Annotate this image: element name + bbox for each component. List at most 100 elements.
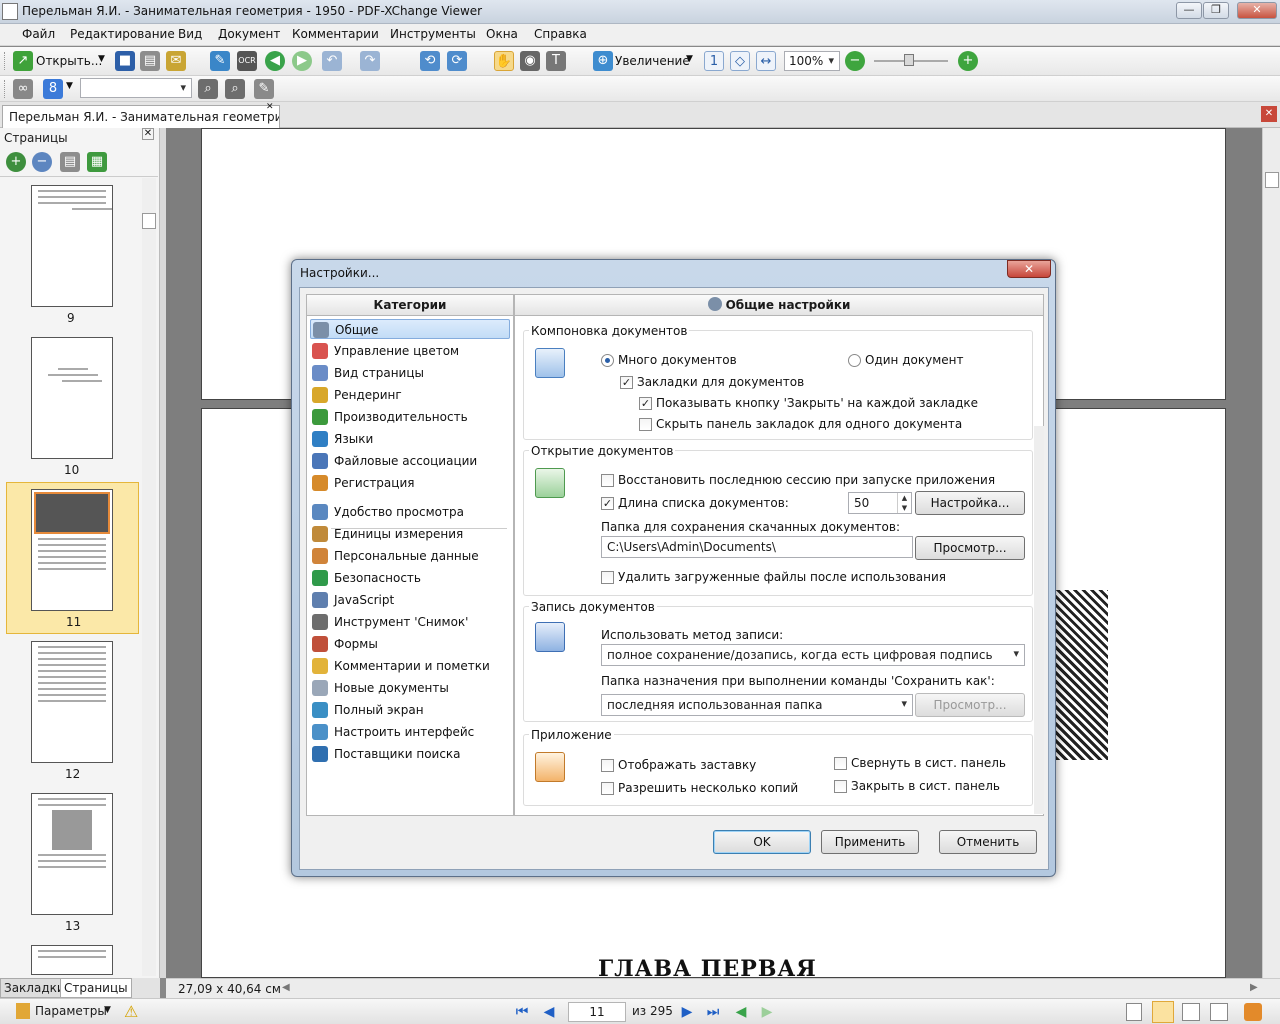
recent-list-checkbox[interactable]: ✓ [601,497,614,510]
category-item[interactable]: Удобство просмотра [310,502,510,522]
first-page-icon[interactable]: ⏮ [513,1003,531,1021]
export-icon[interactable]: ✉ [166,51,186,71]
warning-icon[interactable]: ⚠ [124,1002,138,1021]
google-search-icon[interactable]: 8 [43,79,63,99]
menu-edit[interactable]: Редактирование [70,27,175,41]
hscroll-right-icon[interactable]: ▶ [1250,982,1258,993]
fit-width-icon[interactable]: ↔ [756,51,776,71]
annotation-icon[interactable] [1244,1003,1262,1021]
links-icon[interactable]: ∞ [13,79,33,99]
saveas-browse-button[interactable]: Просмотр... [915,693,1025,717]
tab-bookmarks[interactable]: Закладки [0,978,69,998]
continuous-page-icon[interactable] [1152,1001,1174,1023]
nav-forward-icon[interactable]: ▶ [758,1003,776,1021]
category-item[interactable]: Файловые ассоциации [310,451,510,471]
page-thumbnail[interactable] [31,945,113,975]
page-thumbnail[interactable] [31,641,113,763]
apply-button[interactable]: Применить [821,830,919,854]
page-thumbnail[interactable] [31,793,113,915]
snapshot-tool-icon[interactable]: ◉ [520,51,540,71]
category-item[interactable]: Безопасность [310,568,510,588]
save-method-select[interactable]: полное сохранение/дозапись, когда есть ц… [601,644,1025,666]
next-page-icon[interactable]: ▶ [678,1003,696,1021]
many-docs-radio[interactable] [601,354,614,367]
category-item[interactable]: Общие [310,319,510,339]
category-item[interactable]: Языки [310,429,510,449]
fit-page-icon[interactable]: ◇ [730,51,750,71]
menu-document[interactable]: Документ [218,27,280,41]
zoom-dropdown-icon[interactable]: ▼ [686,54,693,64]
multi-instance-checkbox[interactable] [601,782,614,795]
rotate-left-icon[interactable]: ⟲ [420,51,440,71]
select-text-icon[interactable]: T [546,51,566,71]
facing-pages-icon[interactable] [1182,1003,1200,1021]
zoom-value-select[interactable]: 100% [784,51,840,71]
page-number-input[interactable]: 11 [568,1002,626,1022]
document-tab[interactable]: Перельман Я.И. - Занимательная геометри.… [2,105,280,128]
rotate-right-icon[interactable]: ⟳ [447,51,467,71]
zoom-in-icon[interactable]: + [958,51,978,71]
page-thumbnail[interactable] [31,185,113,307]
thumb-zoom-in-icon[interactable]: + [6,152,26,172]
ocr-icon[interactable]: OCR [237,51,257,71]
menu-help[interactable]: Справка [534,27,587,41]
thumb-export-icon[interactable]: ▦ [87,152,107,172]
menu-view[interactable]: Вид [178,27,202,41]
find-next-icon[interactable]: ⌕ [225,79,245,99]
zoom-slider-handle[interactable] [904,54,914,66]
category-item[interactable]: Новые документы [310,678,510,698]
panel-close-icon[interactable]: ✕ [142,128,154,140]
thumb-zoom-out-icon[interactable]: − [32,152,52,172]
options-label[interactable]: Параметры [35,1004,107,1018]
recent-setup-button[interactable]: Настройка... [915,491,1025,515]
download-folder-input[interactable]: C:\Users\Admin\Documents\ [601,536,913,558]
category-item[interactable]: Персональные данные [310,546,510,566]
category-item[interactable]: Производительность [310,407,510,427]
minimize-tray-checkbox[interactable] [834,757,847,770]
hide-tabs-checkbox[interactable] [639,418,652,431]
category-item[interactable]: Полный экран [310,700,510,720]
hand-tool-icon[interactable]: ✋ [494,51,514,71]
single-page-icon[interactable] [1126,1003,1142,1021]
find-icon[interactable]: ⌕ [198,79,218,99]
options-icon[interactable] [16,1003,30,1019]
prev-page-icon[interactable]: ◀ [540,1003,558,1021]
continuous-facing-icon[interactable] [1210,1003,1228,1021]
splash-checkbox[interactable] [601,759,614,772]
highlight-icon[interactable]: ✎ [254,79,274,99]
menu-comments[interactable]: Комментарии [292,27,379,41]
open-button-label[interactable]: Открыть... [36,54,102,68]
page-thumbnail-selected[interactable] [31,489,113,611]
save-icon[interactable]: ■ [115,51,135,71]
actual-size-icon[interactable]: 1 [704,51,724,71]
category-item[interactable]: Единицы измерения [310,524,510,544]
category-item[interactable]: Комментарии и пометки [310,656,510,676]
category-item[interactable]: Управление цветом [310,341,510,361]
nav-back-icon[interactable]: ◀ [732,1003,750,1021]
page-thumbnail[interactable] [31,337,113,459]
forward-icon[interactable]: ▶ [292,51,312,71]
last-page-icon[interactable]: ⏭ [704,1003,722,1021]
scan-icon[interactable]: ✎ [210,51,230,71]
menu-tools[interactable]: Инструменты [390,27,476,41]
category-item[interactable]: Инструмент 'Снимок' [310,612,510,632]
thumb-print-icon[interactable]: ▤ [60,152,80,172]
print-icon[interactable]: ▤ [140,51,160,71]
menu-file[interactable]: Файл [22,27,55,41]
single-doc-radio[interactable] [848,354,861,367]
delete-downloaded-checkbox[interactable] [601,571,614,584]
back-icon[interactable]: ◀ [265,51,285,71]
category-item[interactable]: Формы [310,634,510,654]
maximize-button[interactable]: ❐ [1203,2,1229,19]
document-scrollbar[interactable] [1262,128,1280,978]
zoom-out-icon[interactable]: − [845,51,865,71]
open-dropdown-icon[interactable]: ▼ [98,54,105,64]
search-engine-dropdown-icon[interactable]: ▼ [66,81,73,91]
redo-icon[interactable]: ↷ [360,51,380,71]
panel-scrollbar[interactable] [142,178,156,976]
undo-icon[interactable]: ↶ [322,51,342,71]
open-icon[interactable]: ↗ [13,51,33,71]
close-document-icon[interactable]: ✕ [1261,106,1277,122]
category-item[interactable]: Регистрация [310,473,510,493]
category-item[interactable]: Рендеринг [310,385,510,405]
